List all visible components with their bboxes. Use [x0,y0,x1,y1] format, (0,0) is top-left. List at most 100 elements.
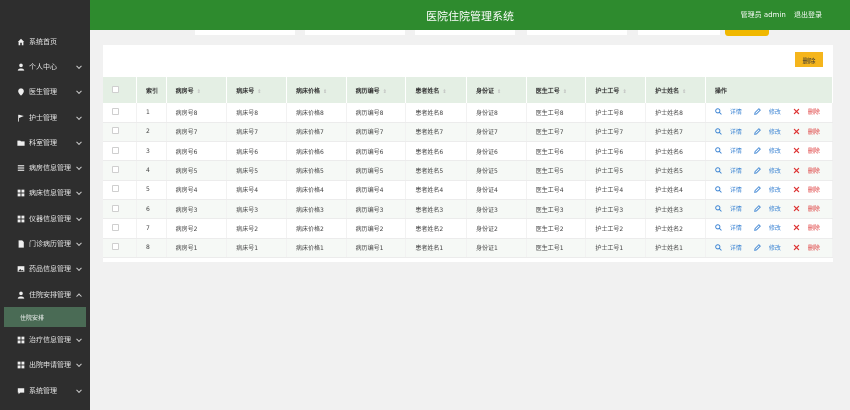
sort-icon[interactable]: ⇕ [197,89,201,95]
table-cell: 护士工号7 [585,122,647,143]
column-header[interactable]: 病床价格 ⇕ [286,77,347,103]
detail-button[interactable]: 详情 [715,243,748,252]
sidebar-item-11[interactable]: 治疗信息管理 [0,327,90,352]
edit-button[interactable]: 修改 [754,146,787,155]
column-header[interactable]: 护士工号 ⇕ [585,77,647,103]
table-cell: 护士姓名4 [645,180,706,200]
sort-icon[interactable]: ⇕ [563,89,567,95]
table-cell: 患者姓名7 [405,122,468,143]
sidebar-item-1[interactable]: 个人中心 [0,54,90,79]
column-header-label: 病历编号 [355,87,380,95]
row-checkbox[interactable] [112,166,119,174]
row-checkbox[interactable] [112,243,119,251]
sidebar-item-5[interactable]: 病房信息管理 [0,155,90,180]
edit-label: 修改 [768,225,781,233]
row-select-cell [103,180,137,200]
edit-icon [754,205,763,212]
table-cell: 医生工号4 [526,180,587,200]
delete-button[interactable]: 删除 [793,223,826,232]
sidebar-item-13[interactable]: 系统管理 [0,378,90,403]
sidebar-item-3[interactable]: 护士管理 [0,105,90,130]
data-table: 索引 病房号 ⇕ 病床号 ⇕ 病床价格 ⇕ 病历编号 ⇕ 患者姓名 ⇕ 身份证 ⇕ 医生工号 ⇕ 护士工号 ⇕ 护… [103,77,834,258]
sidebar-item-0[interactable]: 系统首页 [0,29,90,54]
row-checkbox[interactable] [112,185,119,193]
detail-button[interactable]: 详情 [715,166,748,175]
row-checkbox[interactable] [112,204,119,212]
column-header[interactable]: 病房号 ⇕ [166,77,228,103]
row-checkbox[interactable] [112,127,119,135]
sidebar-item-4[interactable]: 科室管理 [0,130,90,155]
column-header[interactable]: 患者姓名 ⇕ [405,77,468,103]
sort-icon[interactable]: ⇕ [497,89,501,95]
edit-button[interactable]: 修改 [754,185,787,194]
column-header-label: 病床价格 [295,87,320,95]
row-actions: 详情 修改 删除 [705,238,834,258]
sidebar-item-2[interactable]: 医生管理 [0,80,90,105]
column-header[interactable]: 医生工号 ⇕ [526,77,587,103]
row-checkbox[interactable] [112,146,119,154]
detail-button[interactable]: 详情 [715,127,748,136]
delete-button[interactable]: 删除 [793,243,826,252]
sort-icon[interactable]: ⇕ [442,89,446,95]
batch-delete-button[interactable]: 删除 [795,52,823,67]
delete-button[interactable]: 删除 [793,166,826,175]
detail-button[interactable]: 详情 [715,185,748,194]
search-field-1[interactable] [195,30,295,35]
edit-button[interactable]: 修改 [754,243,787,252]
search-strip [195,30,775,36]
edit-button[interactable]: 修改 [754,127,787,136]
delete-button[interactable]: 删除 [793,204,826,213]
column-header[interactable]: 护士姓名 ⇕ [645,77,706,103]
sidebar-item-9[interactable]: 药品信息管理 [0,257,90,282]
search-field-4[interactable] [527,30,627,35]
detail-button[interactable]: 详情 [715,146,748,155]
sidebar-item-label: 药品信息管理 [29,265,71,274]
table-cell: 护士工号1 [585,238,647,258]
detail-button[interactable]: 详情 [715,107,748,116]
sidebar-subitem-hospitalization[interactable]: 住院安排 [4,307,86,328]
search-field-5[interactable] [638,30,720,35]
logout-link[interactable]: 退出登录 [794,11,822,19]
delete-button[interactable]: 删除 [793,127,826,136]
close-icon [793,205,802,212]
edit-button[interactable]: 修改 [754,166,787,175]
sort-icon[interactable]: ⇕ [257,89,261,95]
search-icon [715,147,724,155]
sort-icon[interactable]: ⇕ [383,89,387,95]
edit-button[interactable]: 修改 [754,204,787,213]
table-cell: 5 [136,180,167,200]
content-panel: 删除 索引 病房号 ⇕ 病床号 ⇕ 病床价格 ⇕ 病历编号 ⇕ 患者姓名 ⇕ 身份证 ⇕ 医生工号 ⇕ 护士工… [103,45,834,262]
row-checkbox[interactable] [112,107,119,115]
sort-icon[interactable]: ⇕ [323,89,327,95]
sidebar-item-label: 门诊病历管理 [29,240,71,249]
sidebar-item-12[interactable]: 出院申请管理 [0,353,90,378]
sidebar-item-6[interactable]: 病床信息管理 [0,181,90,206]
detail-button[interactable]: 详情 [715,223,748,232]
table-cell: 病房号8 [166,103,228,123]
delete-button[interactable]: 删除 [793,146,826,155]
sidebar-item-7[interactable]: 仪器信息管理 [0,206,90,231]
row-checkbox[interactable] [112,223,119,231]
delete-button[interactable]: 删除 [793,185,826,194]
select-all-checkbox[interactable] [112,85,119,93]
detail-button[interactable]: 详情 [715,204,748,213]
delete-label: 删除 [807,244,820,252]
sort-icon[interactable]: ⇕ [682,89,686,95]
sidebar-item-8[interactable]: 门诊病历管理 [0,231,90,256]
edit-button[interactable]: 修改 [754,107,787,116]
folder-icon [16,138,25,147]
sort-icon[interactable]: ⇕ [622,89,626,95]
list-icon [16,164,25,173]
search-field-2[interactable] [305,30,405,35]
column-header[interactable]: 身份证 ⇕ [466,77,527,103]
column-header[interactable]: 病床号 ⇕ [226,77,287,103]
table-cell: 身份证3 [466,199,527,220]
search-field-3[interactable] [415,30,515,35]
edit-button[interactable]: 修改 [754,223,787,232]
search-button[interactable] [725,30,769,36]
column-header[interactable]: 病历编号 ⇕ [346,77,407,103]
sidebar: 系统首页 个人中心 医生管理 护士管理 科室管理 病房信息管理 病床信息管理 仪器信息管理门诊… [0,0,90,410]
edit-icon [754,108,763,116]
sidebar-item-10[interactable]: 住院安排管理 [0,282,90,307]
delete-button[interactable]: 删除 [793,107,826,116]
